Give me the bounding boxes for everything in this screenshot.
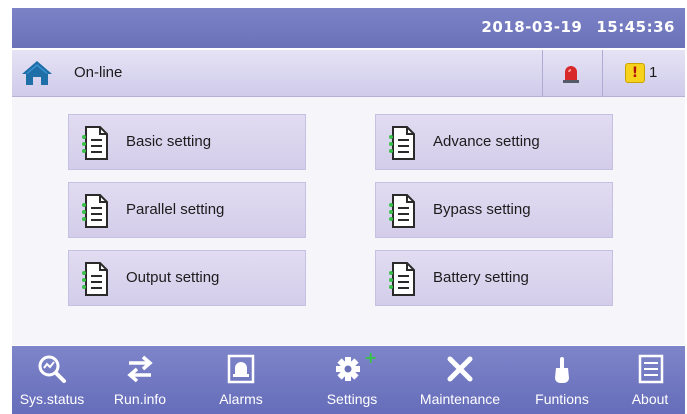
document-list-icon bbox=[388, 194, 415, 228]
nav-funtions[interactable]: Funtions bbox=[522, 346, 602, 414]
button-label: Bypass setting bbox=[433, 201, 531, 218]
gear-icon bbox=[336, 357, 360, 381]
nav-label: Funtions bbox=[535, 391, 589, 407]
status-divider bbox=[542, 50, 543, 96]
document-list-icon bbox=[81, 126, 108, 160]
nav-label: Alarms bbox=[219, 391, 263, 407]
nav-run-info[interactable]: Run.info bbox=[100, 346, 180, 414]
parallel-setting-button[interactable]: Parallel setting bbox=[68, 182, 306, 238]
nav-label: About bbox=[631, 391, 669, 407]
nav-about[interactable]: About bbox=[615, 346, 685, 414]
nav-sys-status[interactable]: Sys.status bbox=[12, 346, 92, 414]
status-divider bbox=[602, 50, 603, 96]
ups-display: 2018-03-19 15:45:36 On-line ! 1 Basic set… bbox=[12, 8, 685, 414]
tools-icon bbox=[447, 356, 473, 382]
datetime: 2018-03-19 15:45:36 bbox=[481, 18, 675, 36]
nav-label: Sys.status bbox=[19, 391, 85, 407]
output-setting-button[interactable]: Output setting bbox=[68, 250, 306, 306]
time-text: 15:45:36 bbox=[596, 18, 675, 36]
home-icon[interactable] bbox=[20, 59, 54, 87]
nav-label: Maintenance bbox=[419, 391, 501, 407]
magnifier-chart-icon bbox=[38, 355, 66, 383]
nav-settings[interactable]: + Settings bbox=[312, 346, 392, 414]
plus-icon: + bbox=[364, 348, 378, 367]
battery-setting-button[interactable]: Battery setting bbox=[375, 250, 613, 306]
bypass-setting-button[interactable]: Bypass setting bbox=[375, 182, 613, 238]
basic-setting-button[interactable]: Basic setting bbox=[68, 114, 306, 170]
status-bar: On-line ! 1 bbox=[12, 50, 685, 97]
top-bar: 2018-03-19 15:45:36 bbox=[12, 8, 685, 48]
settings-menu: Basic setting Advance setting Parallel s… bbox=[12, 97, 685, 345]
document-list-icon bbox=[81, 194, 108, 228]
button-label: Battery setting bbox=[433, 269, 529, 286]
button-label: Output setting bbox=[126, 269, 220, 286]
button-label: Parallel setting bbox=[126, 201, 225, 218]
nav-label: Settings bbox=[326, 391, 378, 407]
advance-setting-button[interactable]: Advance setting bbox=[375, 114, 613, 170]
button-label: Advance setting bbox=[433, 133, 540, 150]
swap-arrows-icon bbox=[127, 355, 153, 383]
warning-icon[interactable]: ! bbox=[625, 63, 645, 83]
bottom-nav: Sys.status Run.info Alarms + Settings Ma… bbox=[12, 346, 685, 414]
document-list-icon bbox=[388, 126, 415, 160]
bell-icon bbox=[227, 354, 255, 384]
date-text: 2018-03-19 bbox=[481, 18, 583, 36]
status-mode-label: On-line bbox=[74, 64, 123, 81]
document-icon bbox=[638, 354, 664, 384]
hand-pointer-icon bbox=[555, 357, 569, 383]
warning-symbol: ! bbox=[631, 65, 639, 81]
button-label: Basic setting bbox=[126, 133, 212, 150]
document-list-icon bbox=[81, 262, 108, 296]
document-list-icon bbox=[388, 262, 415, 296]
warning-count: 1 bbox=[649, 64, 658, 81]
nav-maintenance[interactable]: Maintenance bbox=[410, 346, 510, 414]
alarm-light-icon[interactable] bbox=[562, 62, 580, 84]
nav-label: Run.info bbox=[113, 391, 167, 407]
nav-alarms[interactable]: Alarms bbox=[201, 346, 281, 414]
